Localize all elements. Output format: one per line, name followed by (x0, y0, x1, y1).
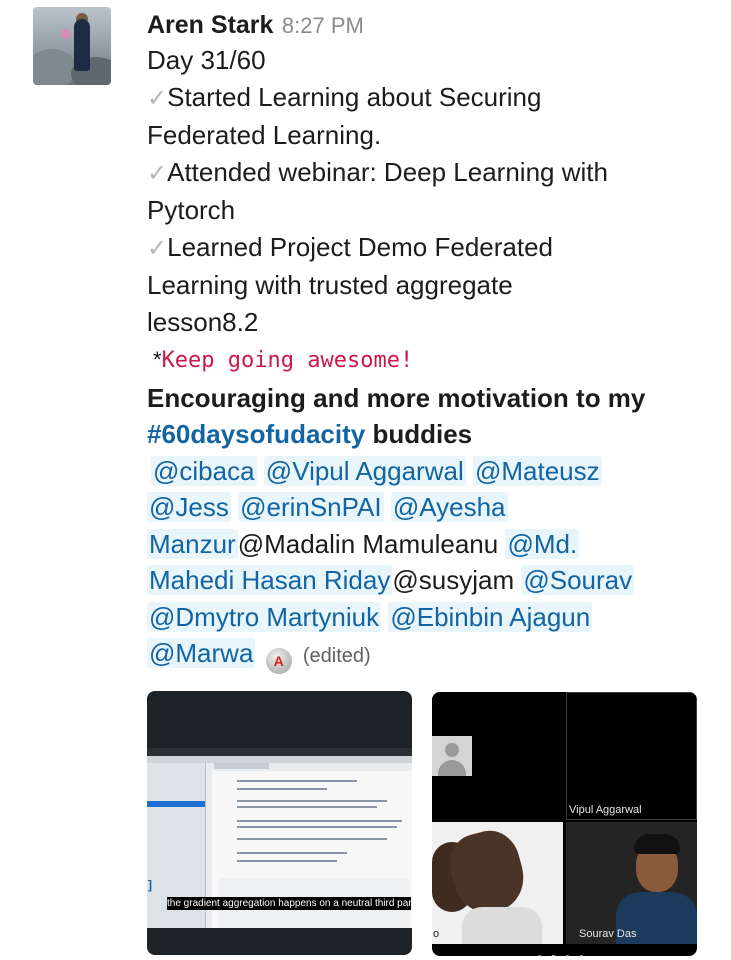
mention-link[interactable]: Manzur (147, 528, 238, 559)
day-line: Day 31/60 (147, 45, 266, 75)
bold-line: Encouraging and more motivation to my (147, 382, 646, 413)
mention-link[interactable]: @Jess (147, 492, 231, 522)
user-placeholder-head (445, 743, 459, 757)
screenshot-selected-row (147, 801, 205, 807)
mention-line: Mahedi Hasan Riday@susyjam @Sourav (147, 562, 717, 599)
code-line-mark (237, 852, 347, 854)
participant-name: Vipul Aggarwal (569, 804, 642, 816)
mention-text: @Madalin Mamuleanu (237, 528, 499, 559)
code-line-mark (237, 860, 337, 862)
code-line-mark (237, 820, 402, 822)
video-tile (432, 692, 563, 820)
mention-link[interactable]: @Ayesha (390, 492, 508, 522)
mention-text: @susyjam (392, 565, 515, 595)
user-placeholder-body (438, 760, 466, 776)
mention-link[interactable]: @Sourav (521, 565, 635, 595)
mention-link[interactable]: Mahedi Hasan Riday (147, 565, 393, 595)
bold-line: #60daysofudacity buddies (147, 416, 717, 453)
task-text-cont: Federated Learning. (147, 120, 382, 150)
user-placeholder-icon (432, 736, 472, 776)
page-dot[interactable] (537, 955, 542, 956)
task-text: Attended webinar: Deep Learning with (167, 156, 608, 187)
task-text-cont: lesson8.2 (147, 306, 259, 337)
video-tile: Sourav Das (566, 822, 697, 944)
task-text-cont: Pytorch (147, 195, 236, 225)
code-line-mark (237, 838, 387, 840)
task-text-cont: Learning with trusted aggregate (147, 270, 513, 300)
mention-line: @Marwa A (edited) (147, 635, 717, 675)
participant-shirt (462, 907, 542, 944)
avatar-detail (61, 29, 71, 39)
message-header: Aren Stark 8:27 PM (147, 8, 717, 42)
checkmark-icon: ✓ (147, 234, 168, 262)
mention-link[interactable]: @erinSnPAI (238, 492, 384, 522)
avatar-rock (33, 49, 77, 85)
task-item: ✓Attended webinar: Deep Learning with (147, 154, 717, 193)
bracket-mark: ] (148, 878, 152, 892)
edited-label: (edited) (302, 645, 371, 667)
image-attachment-video-call[interactable]: Vipul Aggarwal o Sourav Das (432, 692, 697, 956)
code-prefix: * (153, 347, 162, 372)
code-line-mark (237, 826, 397, 828)
page-dot[interactable] (565, 955, 570, 956)
message: Aren Stark 8:27 PM Day 31/60 ✓Started Le… (147, 8, 717, 675)
checkmark-icon: ✓ (147, 159, 168, 187)
task-item: ✓Learned Project Demo Federated (147, 229, 717, 268)
task-text: Learned Project Demo Federated (167, 231, 553, 262)
page-dot[interactable] (551, 955, 556, 956)
checkmark-icon: ✓ (147, 84, 168, 112)
task-item: ✓Started Learning about Securing (147, 79, 717, 118)
mention-link[interactable]: @Marwa (147, 638, 256, 668)
pagination-dots[interactable] (537, 947, 597, 956)
mention-link[interactable]: @Mateusz (472, 455, 602, 486)
video-tile: Vipul Aggarwal (566, 692, 697, 820)
mention-link[interactable]: @Vipul Aggarwal (263, 455, 466, 486)
screenshot-titlebar (147, 748, 412, 756)
bold-text: buddies (365, 419, 473, 449)
code-line-mark (237, 800, 387, 802)
mention-line: @Dmytro Martyniuk @Ebinbin Ajagun (147, 599, 717, 636)
avatar-person (74, 19, 90, 71)
code-line-mark (237, 780, 357, 782)
screenshot-menubar (147, 756, 412, 763)
participant-name: Sourav Das (579, 928, 637, 940)
mention-line: Manzur@Madalin Mamuleanu @Md. (147, 526, 717, 563)
timestamp[interactable]: 8:27 PM (282, 13, 364, 38)
inline-code: Keep going awesome! (161, 348, 414, 373)
avatar[interactable] (33, 7, 111, 85)
mention-link[interactable]: @Dmytro Martyniuk (147, 601, 382, 632)
edited-badge-icon: A (265, 648, 292, 674)
mention-line: @Jess @erinSnPAI @Ayesha (147, 489, 717, 526)
author-name[interactable]: Aren Stark (147, 11, 273, 39)
screenshot-tab (214, 763, 269, 769)
code-line-mark (237, 788, 327, 790)
video-tile: o (432, 822, 563, 944)
mention-line: @cibaca @Vipul Aggarwal @Mateusz (147, 453, 717, 490)
mention-link[interactable]: @cibaca (151, 455, 257, 486)
page-dot[interactable] (579, 955, 584, 956)
mention-link[interactable]: @Md. (505, 528, 580, 559)
mention-link[interactable]: @Ebinbin Ajagun (388, 601, 593, 632)
image-attachment-screenshot[interactable]: ] the gradient aggregation happens on a … (147, 691, 412, 955)
hashtag-link[interactable]: #60daysofudacity (147, 419, 365, 449)
video-caption: the gradient aggregation happens on a ne… (167, 897, 411, 910)
participant-name: o (433, 928, 440, 940)
code-line-mark (237, 806, 377, 808)
participant-hair (634, 834, 680, 854)
task-text: Started Learning about Securing (167, 81, 542, 112)
code-line: *Keep going awesome! (147, 340, 717, 380)
